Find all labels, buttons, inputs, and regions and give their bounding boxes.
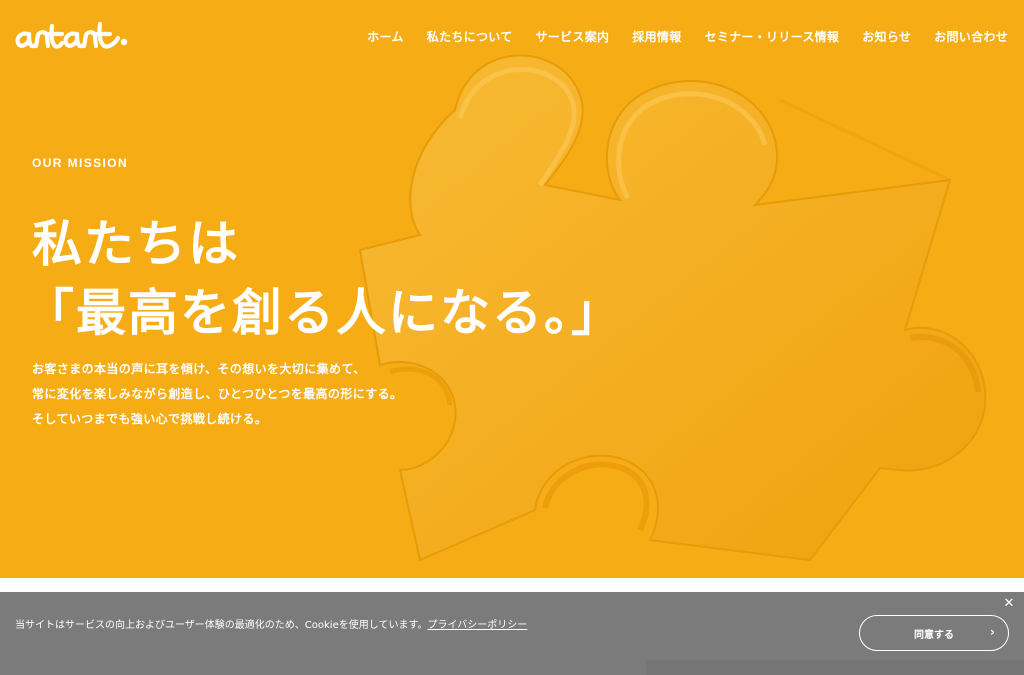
page: ホーム 私たちについて サービス案内 採用情報 セミナー・リリース情報 お知らせ…	[0, 0, 1024, 675]
mission-eyebrow: OUR MISSION	[32, 156, 129, 170]
privacy-policy-link[interactable]: プライバシーポリシー	[427, 620, 527, 631]
description-line-2: 常に変化を楽しみながら創造し、ひとつひとつを最高の形にする。	[32, 387, 403, 401]
description-line-3: そしていつまでも強い心で挑戦し続ける。	[32, 412, 268, 426]
chevron-right-icon: ›	[990, 625, 995, 639]
mission-description: お客さまの本当の声に耳を傾け、その想いを大切に集めて、 常に変化を楽しみながら創…	[32, 357, 402, 432]
nav-item-seminar-release[interactable]: セミナー・リリース情報	[705, 28, 840, 45]
headline-line-2: 「最高を創る人になる。」	[24, 284, 623, 342]
nav-item-home[interactable]: ホーム	[367, 28, 404, 45]
nav-item-services[interactable]: サービス案内	[536, 28, 610, 45]
nav-item-contact[interactable]: お問い合わせ	[934, 28, 1008, 45]
nav-item-about[interactable]: 私たちについて	[427, 28, 513, 45]
nav-item-recruit[interactable]: 採用情報	[632, 28, 681, 45]
close-icon[interactable]: ✕	[1002, 597, 1016, 611]
agree-button[interactable]: 同意する ›	[859, 615, 1009, 651]
mission-headline: 私たちは 「最高を創る人になる。」	[24, 210, 623, 348]
headline-line-1: 私たちは	[32, 215, 240, 273]
cookie-message: 当サイトはサービスの向上およびユーザー体験の最適化のため、Cookieを使用して…	[15, 618, 527, 634]
cookie-message-text: 当サイトはサービスの向上およびユーザー体験の最適化のため、Cookieを使用して…	[15, 620, 428, 631]
cookie-consent-banner: 当サイトはサービスの向上およびユーザー体験の最適化のため、Cookieを使用して…	[0, 592, 1024, 675]
description-line-1: お客さまの本当の声に耳を傾け、その想いを大切に集めて、	[32, 362, 366, 376]
main-navigation: ホーム 私たちについて サービス案内 採用情報 セミナー・リリース情報 お知らせ…	[367, 28, 1008, 45]
agree-button-label: 同意する	[914, 630, 954, 641]
antant-logo[interactable]	[14, 20, 138, 54]
hero-section: ホーム 私たちについて サービス案内 採用情報 セミナー・リリース情報 お知らせ…	[0, 0, 1024, 578]
nav-item-news[interactable]: お知らせ	[862, 28, 911, 45]
